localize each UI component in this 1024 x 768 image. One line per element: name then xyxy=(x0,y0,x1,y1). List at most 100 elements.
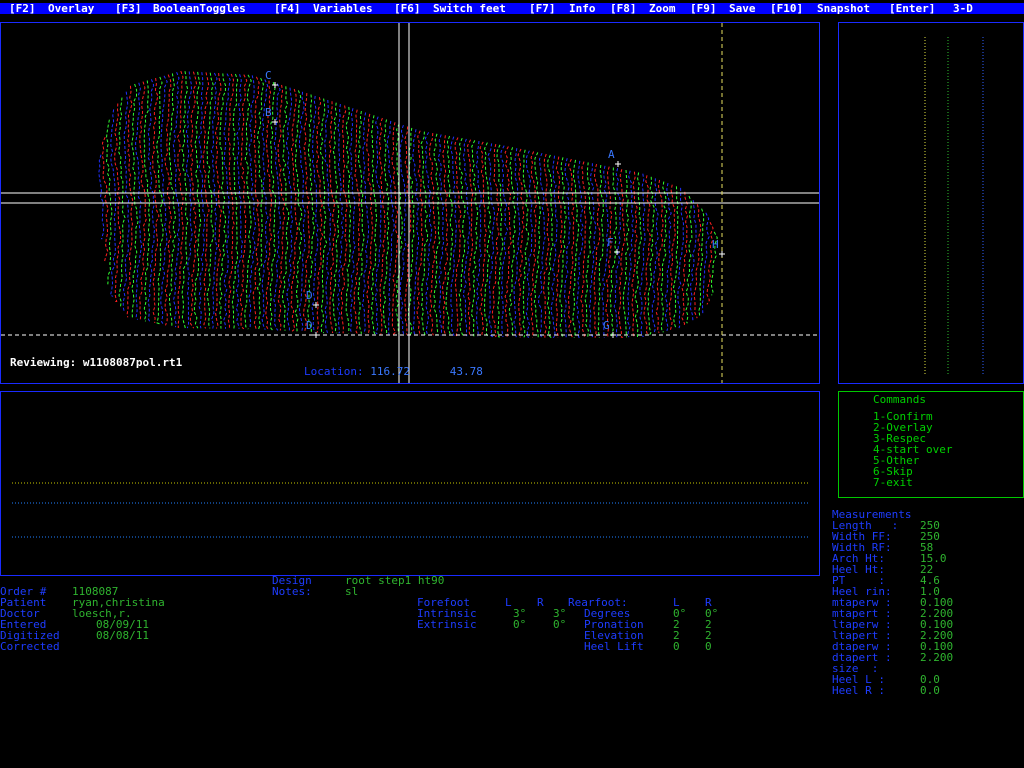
scan-line xyxy=(593,163,601,338)
forefoot-col-r: R xyxy=(537,596,544,609)
reviewing-file: w1108087pol.rt1 xyxy=(82,356,183,369)
rearfoot-row-l: 0 xyxy=(673,640,680,653)
scan-line xyxy=(294,90,303,332)
rearfoot-row-r: 0 xyxy=(705,640,712,653)
scan-line xyxy=(131,83,139,320)
menu-item-snapshot[interactable]: Snapshot xyxy=(817,3,870,14)
menu-item-variables[interactable]: Variables xyxy=(313,3,373,14)
scan-line xyxy=(450,136,458,336)
scan-line xyxy=(332,102,340,334)
order-field-value: 08/08/11 xyxy=(96,629,149,642)
commands-title: Commands xyxy=(873,393,926,406)
menu-item-zoom[interactable]: Zoom xyxy=(649,3,676,14)
menu-item-3-d[interactable]: 3-D xyxy=(953,3,973,14)
location-label: Location: xyxy=(304,365,364,378)
scan-line xyxy=(370,115,378,335)
forefoot-row-r: 0° xyxy=(553,618,567,631)
order-field-label: Corrected xyxy=(0,640,60,653)
scan-line xyxy=(441,135,449,336)
forefoot-row-label: Extrinsic xyxy=(417,618,477,631)
scan-line xyxy=(698,208,705,316)
scan-line xyxy=(177,70,184,328)
scan-line xyxy=(185,71,193,329)
landmark-marker-d: D xyxy=(306,319,313,332)
scan-line xyxy=(543,153,550,338)
profile-graph-lines xyxy=(12,482,809,538)
menu-key-2: [F4] xyxy=(274,2,301,15)
menu-item-overlay[interactable]: Overlay xyxy=(48,3,94,14)
notes-label: Notes: xyxy=(272,585,312,598)
scan-line xyxy=(701,212,710,314)
forefoot-col-l: L xyxy=(505,596,512,609)
location-y: 43.78 xyxy=(449,365,483,378)
menu-key-4: [F7] xyxy=(529,2,556,15)
scan-lines xyxy=(98,70,718,339)
scan-line xyxy=(98,154,105,240)
rearfoot-row-label: Heel Lift xyxy=(584,640,644,653)
scan-line xyxy=(626,170,635,338)
scan-line xyxy=(151,78,160,323)
reviewing-label: Reviewing: xyxy=(10,356,77,369)
foot-scan-viewer[interactable]: C B A F H D D G Reviewing: w1108087pol.rt1 Loca… xyxy=(0,22,820,384)
scan-line xyxy=(399,124,407,335)
scan-line xyxy=(340,105,348,334)
scan-line xyxy=(546,154,554,338)
scan-line xyxy=(634,172,642,338)
landmark-marker-f: F xyxy=(607,236,614,249)
scan-line xyxy=(504,146,512,338)
menu-key-0: [F2] xyxy=(9,2,36,15)
commands-panel: Commands 1-Confirm 2-Overlay 3-Respec 4-sta… xyxy=(838,391,1024,498)
landmark-marker-b: B xyxy=(265,106,272,119)
menu-item-booleantoggles[interactable]: BooleanToggles xyxy=(153,3,246,14)
scan-line xyxy=(500,145,509,338)
landmark-marker-c: C xyxy=(265,69,272,82)
scan-line xyxy=(437,134,445,336)
scan-line xyxy=(617,169,626,338)
scan-line xyxy=(597,164,605,338)
measurement-value: 2.200 xyxy=(920,651,954,664)
command-item-7[interactable]: 7-exit xyxy=(873,477,913,488)
scan-line xyxy=(315,97,324,333)
location-x: 116.72 xyxy=(370,365,410,378)
scan-line xyxy=(382,119,390,335)
scan-line xyxy=(206,72,214,329)
scan-line xyxy=(651,178,659,334)
scan-line xyxy=(496,144,504,338)
side-profile-panel xyxy=(838,22,1024,384)
scan-line xyxy=(235,74,243,329)
forefoot-row-l: 0° xyxy=(513,618,527,631)
landmark-marker-d: D xyxy=(306,289,313,302)
side-profile-lines xyxy=(924,37,984,375)
scan-line xyxy=(484,142,492,338)
scan-line xyxy=(672,186,679,330)
menu-key-3: [F6] xyxy=(394,2,421,15)
scan-line xyxy=(660,181,668,333)
landmark-marker-h: H xyxy=(712,238,719,251)
scan-line xyxy=(479,141,487,337)
notes-value: sl xyxy=(345,585,359,598)
scan-line xyxy=(647,176,655,335)
scan-line xyxy=(550,155,558,339)
menu-bar: [F2] Overlay [F3] BooleanToggles [F4] Variabl… xyxy=(0,3,1024,14)
profile-graph-panel xyxy=(0,391,820,576)
menu-item-switch-feet[interactable]: Switch feet xyxy=(433,3,506,14)
measurement-value: 0.0 xyxy=(920,684,940,697)
menu-item-info[interactable]: Info xyxy=(569,3,596,14)
menu-key-5: [F8] xyxy=(610,2,637,15)
scan-line xyxy=(218,73,227,329)
scan-line xyxy=(677,187,685,329)
scan-line xyxy=(336,104,345,334)
scan-line xyxy=(555,156,563,339)
reviewing-status: Reviewing: w1108087pol.rt1 xyxy=(10,357,182,368)
scan-line xyxy=(664,183,672,332)
menu-item-save[interactable]: Save xyxy=(729,3,756,14)
landmark-marker-g: G xyxy=(603,319,610,332)
scan-line xyxy=(193,71,202,329)
scan-line xyxy=(290,88,299,332)
location-readout: Location: 116.72 43.78 xyxy=(304,366,483,377)
design-value: root step1 ht90 xyxy=(345,574,445,587)
foot-scan-plot[interactable]: C B A F H D D G xyxy=(1,23,819,383)
scan-line xyxy=(681,191,689,326)
scan-line xyxy=(198,72,206,329)
measurement-label: Heel R : xyxy=(832,684,885,697)
